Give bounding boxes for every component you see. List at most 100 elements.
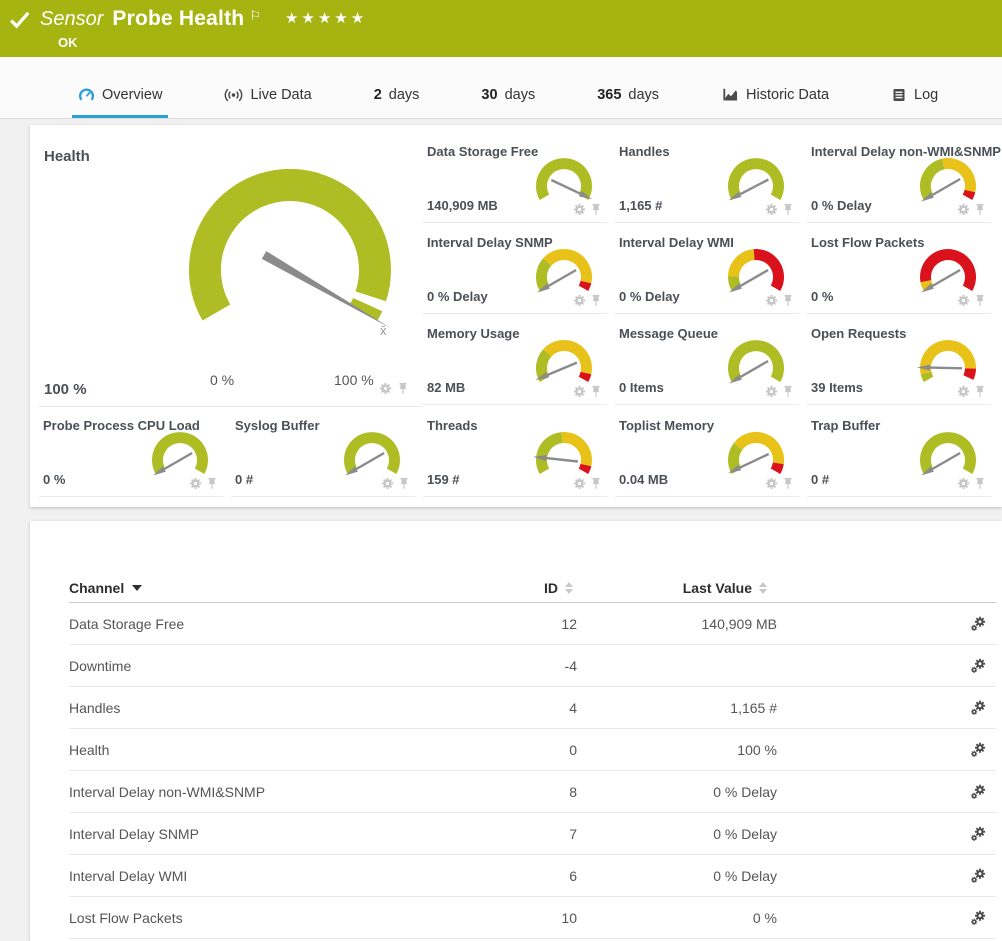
gauge-max-label: 100 % (334, 372, 374, 388)
pin-icon[interactable] (974, 385, 986, 398)
gear-icon[interactable] (573, 294, 586, 307)
pin-icon[interactable] (782, 294, 794, 307)
gear-icon[interactable] (189, 477, 202, 490)
column-header-id[interactable]: ID (544, 580, 558, 596)
pin-icon[interactable] (590, 203, 602, 216)
channel-actions-cell (791, 826, 996, 842)
pin-icon[interactable] (397, 382, 409, 400)
channel-settings-gear-icon[interactable] (970, 868, 986, 884)
gauge-value: 0 % (43, 472, 65, 487)
gauge-card: Open Requests 39 Items (807, 322, 991, 405)
gear-icon[interactable] (765, 385, 778, 398)
gauge-value: 82 MB (427, 380, 465, 395)
channel-last-value-cell: 0 % (591, 910, 791, 926)
gear-icon[interactable] (957, 294, 970, 307)
gauge-title: Syslog Buffer (235, 418, 320, 433)
channel-last-value-cell: 100 % (591, 742, 791, 758)
pin-icon[interactable] (590, 385, 602, 398)
table-row: Lost Flow Packets100 % (69, 897, 996, 939)
channel-settings-gear-icon[interactable] (970, 700, 986, 716)
channel-id-cell: 6 (471, 868, 591, 884)
channel-actions-cell (791, 784, 996, 800)
gauge-title: Lost Flow Packets (811, 235, 924, 250)
pin-icon[interactable] (974, 477, 986, 490)
gauge-min-label: 0 % (210, 372, 234, 388)
tab-label: Historic Data (746, 87, 829, 103)
channel-last-value-cell: 140,909 MB (591, 616, 791, 632)
channel-name-cell: Downtime (69, 658, 471, 674)
tab-overview[interactable]: Overview (72, 86, 168, 118)
gauge-value: 0 % Delay (427, 289, 488, 304)
pin-icon[interactable] (782, 203, 794, 216)
gauge-card: Trap Buffer0 # (807, 414, 991, 497)
pin-icon[interactable] (398, 477, 410, 490)
gauge-actions (765, 477, 794, 490)
channel-actions-cell (791, 616, 996, 632)
channel-actions-cell (791, 868, 996, 884)
tab-365-days[interactable]: 365days (591, 87, 665, 118)
pin-icon[interactable] (206, 477, 218, 490)
flag-icon[interactable]: ⚐ (249, 8, 261, 24)
gear-icon[interactable] (957, 385, 970, 398)
gear-icon[interactable] (765, 294, 778, 307)
channel-settings-gear-icon[interactable] (970, 742, 986, 758)
channel-id-cell: 7 (471, 826, 591, 842)
channel-settings-gear-icon[interactable] (970, 658, 986, 674)
gear-icon[interactable] (573, 203, 586, 216)
tab-number: 30 (481, 87, 497, 103)
channel-id-cell: 8 (471, 784, 591, 800)
gear-icon[interactable] (379, 382, 392, 400)
sensor-title: Probe Health (112, 7, 244, 31)
channel-last-value-cell: 0 % Delay (591, 826, 791, 842)
priority-stars[interactable]: ★★★★★ (285, 9, 367, 27)
gauge-title: Memory Usage (427, 326, 519, 341)
pin-icon[interactable] (590, 477, 602, 490)
channel-settings-gear-icon[interactable] (970, 616, 986, 632)
channel-table-body: Data Storage Free12140,909 MBDowntime-4H… (69, 603, 996, 939)
sort-toggle-icon[interactable] (759, 582, 767, 594)
channel-table: Channel ID Last Value Data Storage Free1… (69, 573, 996, 939)
sort-toggle-icon[interactable] (565, 582, 573, 594)
sort-desc-icon[interactable] (132, 585, 142, 591)
gear-icon[interactable] (765, 203, 778, 216)
gear-icon[interactable] (957, 477, 970, 490)
tab-historic-data[interactable]: Historic Data (715, 86, 835, 118)
tab-2-days[interactable]: 2days (368, 87, 426, 118)
gauge-value: 0 # (811, 472, 829, 487)
gauge-value: 0.04 MB (619, 472, 668, 487)
tab-label: Live Data (250, 87, 311, 103)
gauge-card: Message Queue0 Items (615, 322, 799, 405)
column-header-channel[interactable]: Channel (69, 580, 124, 596)
gear-icon[interactable] (381, 477, 394, 490)
tab-30-days[interactable]: 30days (475, 87, 541, 118)
gauge-value: 39 Items (811, 380, 863, 395)
pin-icon[interactable] (782, 477, 794, 490)
pin-icon[interactable] (974, 294, 986, 307)
pin-icon[interactable] (590, 294, 602, 307)
gauge-title: Open Requests (811, 326, 906, 341)
gauge-value: 140,909 MB (427, 198, 498, 213)
pin-icon[interactable] (974, 203, 986, 216)
channel-actions-cell (791, 742, 996, 758)
gear-icon[interactable] (573, 477, 586, 490)
gear-icon[interactable] (573, 385, 586, 398)
channel-id-cell: 12 (471, 616, 591, 632)
gear-icon[interactable] (765, 477, 778, 490)
gauge-title: Data Storage Free (427, 144, 538, 159)
tab-live-data[interactable]: Live Data (218, 86, 317, 118)
pin-icon[interactable] (782, 385, 794, 398)
average-marker[interactable]: x̄ (380, 323, 387, 338)
channel-table-header: Channel ID Last Value (69, 573, 996, 603)
column-header-last-value[interactable]: Last Value (683, 580, 752, 596)
gear-icon[interactable] (957, 203, 970, 216)
gauge-card: Interval Delay SNMP0 % Delay (423, 231, 607, 314)
channel-settings-gear-icon[interactable] (970, 784, 986, 800)
channel-settings-gear-icon[interactable] (970, 910, 986, 926)
tab-label: days (628, 87, 659, 103)
gauge-actions (189, 477, 218, 490)
channel-settings-gear-icon[interactable] (970, 826, 986, 842)
channel-actions-cell (791, 910, 996, 926)
tab-log[interactable]: Log (885, 87, 944, 118)
channel-name-cell: Handles (69, 700, 471, 716)
gauge-actions (957, 385, 986, 398)
